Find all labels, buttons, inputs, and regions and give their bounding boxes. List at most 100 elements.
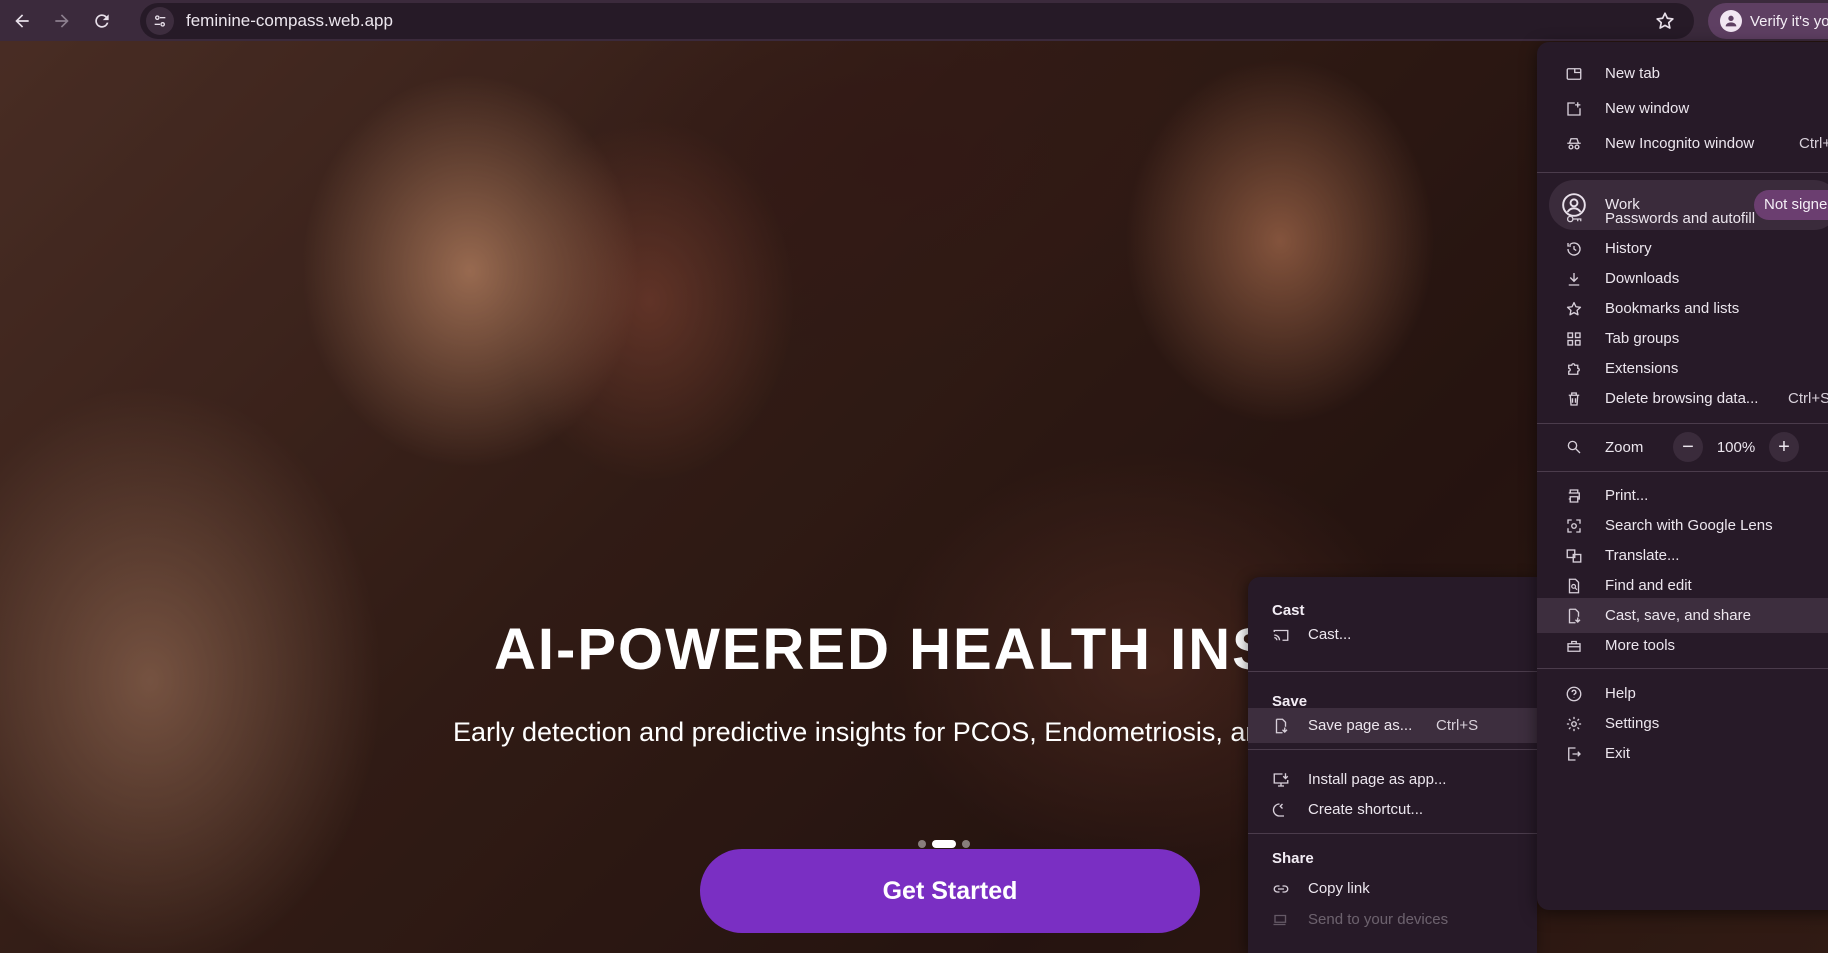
install-app-label: Install page as app... bbox=[1308, 771, 1447, 788]
save-page-as-item[interactable]: Save page as... Ctrl+S bbox=[1248, 708, 1537, 743]
trash-icon bbox=[1565, 390, 1583, 408]
zoom-row: Zoom − 100% + bbox=[1537, 423, 1828, 471]
get-started-button[interactable]: Get Started bbox=[700, 849, 1200, 933]
toolbox-icon bbox=[1565, 637, 1583, 655]
new-tab-icon bbox=[1565, 65, 1583, 83]
divider bbox=[1537, 471, 1828, 472]
profile-chip-label: Verify it's you bbox=[1750, 12, 1828, 30]
carousel-dot-active[interactable] bbox=[932, 840, 956, 848]
carousel-dot[interactable] bbox=[918, 840, 926, 848]
google-lens-label: Search with Google Lens bbox=[1605, 517, 1773, 534]
new-incognito-item[interactable]: New Incognito window Ctrl+Shift+N bbox=[1537, 126, 1828, 161]
arrow-left-icon bbox=[15, 13, 29, 28]
tune-icon bbox=[154, 15, 166, 27]
delete-browsing-data-shortcut: Ctrl+Shift+Del bbox=[1788, 390, 1828, 407]
new-window-label: New window bbox=[1605, 100, 1690, 117]
send-devices-label: Send to your devices bbox=[1308, 911, 1449, 928]
find-and-edit-label: Find and edit bbox=[1605, 577, 1692, 594]
history-label: History bbox=[1605, 240, 1652, 257]
new-tab-label: New tab bbox=[1605, 65, 1661, 82]
devices-icon bbox=[1272, 911, 1290, 929]
lens-icon bbox=[1565, 517, 1583, 535]
create-shortcut-item[interactable]: Create shortcut... bbox=[1248, 792, 1537, 827]
help-label: Help bbox=[1605, 685, 1636, 702]
divider bbox=[1537, 668, 1828, 669]
send-devices-item[interactable]: Send to your devices bbox=[1248, 902, 1537, 937]
profile-chip[interactable]: Verify it's you bbox=[1708, 3, 1828, 39]
address-bar[interactable]: feminine-compass.web.app bbox=[140, 3, 1694, 39]
new-window-item[interactable]: New window bbox=[1537, 91, 1828, 126]
exit-icon bbox=[1565, 745, 1583, 763]
settings-label: Settings bbox=[1605, 715, 1660, 732]
divider bbox=[1248, 833, 1537, 834]
arrow-right-icon bbox=[55, 13, 69, 28]
copy-link-label: Copy link bbox=[1308, 880, 1370, 897]
exit-item[interactable]: Exit bbox=[1537, 736, 1828, 771]
help-icon bbox=[1565, 685, 1583, 703]
extensions-label: Extensions bbox=[1605, 360, 1679, 377]
install-desktop-icon bbox=[1272, 771, 1290, 789]
find-document-icon bbox=[1565, 577, 1583, 595]
hero-subtitle: Early detection and predictive insights … bbox=[453, 717, 1345, 747]
translate-label: Translate... bbox=[1605, 547, 1680, 564]
exit-label: Exit bbox=[1605, 745, 1631, 762]
cast-save-share-label: Cast, save, and share bbox=[1605, 607, 1751, 624]
delete-browsing-data-item[interactable]: Delete browsing data... Ctrl+Shift+Del bbox=[1537, 381, 1828, 416]
gear-icon bbox=[1565, 715, 1583, 733]
new-incognito-label: New Incognito window bbox=[1605, 135, 1755, 152]
copy-link-item[interactable]: Copy link bbox=[1248, 871, 1537, 906]
reload-icon bbox=[95, 13, 109, 28]
reload-button[interactable] bbox=[84, 3, 120, 39]
printer-icon bbox=[1565, 487, 1583, 505]
magnifier-icon bbox=[1565, 438, 1583, 456]
tab-groups-label: Tab groups bbox=[1605, 330, 1680, 347]
carousel-indicators bbox=[918, 840, 970, 848]
url-text[interactable]: feminine-compass.web.app bbox=[186, 11, 393, 31]
key-icon bbox=[1565, 210, 1583, 228]
zoom-controls: − 100% + bbox=[1673, 423, 1799, 471]
passwords-label: Passwords and autofill bbox=[1605, 210, 1756, 227]
star-icon bbox=[1565, 300, 1583, 318]
zoom-label: Zoom bbox=[1605, 438, 1644, 456]
puzzle-icon bbox=[1565, 360, 1583, 378]
new-incognito-shortcut: Ctrl+Shift+N bbox=[1799, 135, 1828, 152]
zoom-in-button[interactable]: + bbox=[1769, 432, 1799, 462]
new-window-icon bbox=[1565, 100, 1583, 118]
divider bbox=[1537, 172, 1828, 173]
zoom-level: 100% bbox=[1716, 438, 1756, 456]
new-tab-item[interactable]: New tab bbox=[1537, 56, 1828, 91]
site-info-button[interactable] bbox=[146, 7, 174, 35]
bookmark-star-icon[interactable] bbox=[1654, 10, 1676, 32]
grid-icon bbox=[1565, 330, 1583, 348]
translate-icon bbox=[1565, 547, 1583, 565]
downloads-label: Downloads bbox=[1605, 270, 1680, 287]
divider bbox=[1248, 671, 1537, 672]
bookmarks-label: Bookmarks and lists bbox=[1605, 300, 1740, 317]
save-file-icon bbox=[1272, 717, 1290, 735]
divider bbox=[1248, 749, 1537, 750]
incognito-icon bbox=[1565, 135, 1583, 153]
cast-label: Cast... bbox=[1308, 626, 1352, 643]
forward-button[interactable] bbox=[44, 3, 80, 39]
cast-icon bbox=[1272, 626, 1290, 644]
chrome-main-menu: New tab New window New Incognito window … bbox=[1537, 42, 1828, 910]
more-tools-item[interactable]: More tools bbox=[1537, 628, 1828, 663]
history-icon bbox=[1565, 240, 1583, 258]
browser-toolbar: feminine-compass.web.app Verify it's you bbox=[0, 0, 1828, 41]
download-icon bbox=[1565, 270, 1583, 288]
save-page-as-label: Save page as... bbox=[1308, 717, 1413, 734]
cast-save-share-submenu: Cast Cast... Save Save page as... Ctrl+S… bbox=[1248, 577, 1537, 953]
person-icon bbox=[1720, 10, 1742, 32]
more-tools-label: More tools bbox=[1605, 637, 1676, 654]
print-label: Print... bbox=[1605, 487, 1649, 504]
create-shortcut-label: Create shortcut... bbox=[1308, 801, 1424, 818]
save-file-icon bbox=[1565, 607, 1583, 625]
delete-browsing-data-label: Delete browsing data... bbox=[1605, 390, 1759, 407]
save-page-shortcut: Ctrl+S bbox=[1436, 717, 1479, 734]
cast-item[interactable]: Cast... bbox=[1248, 617, 1537, 652]
zoom-out-button[interactable]: − bbox=[1673, 432, 1703, 462]
share-heading: Share bbox=[1272, 850, 1314, 867]
back-button[interactable] bbox=[4, 3, 40, 39]
shortcut-icon bbox=[1272, 801, 1290, 819]
carousel-dot[interactable] bbox=[962, 840, 970, 848]
